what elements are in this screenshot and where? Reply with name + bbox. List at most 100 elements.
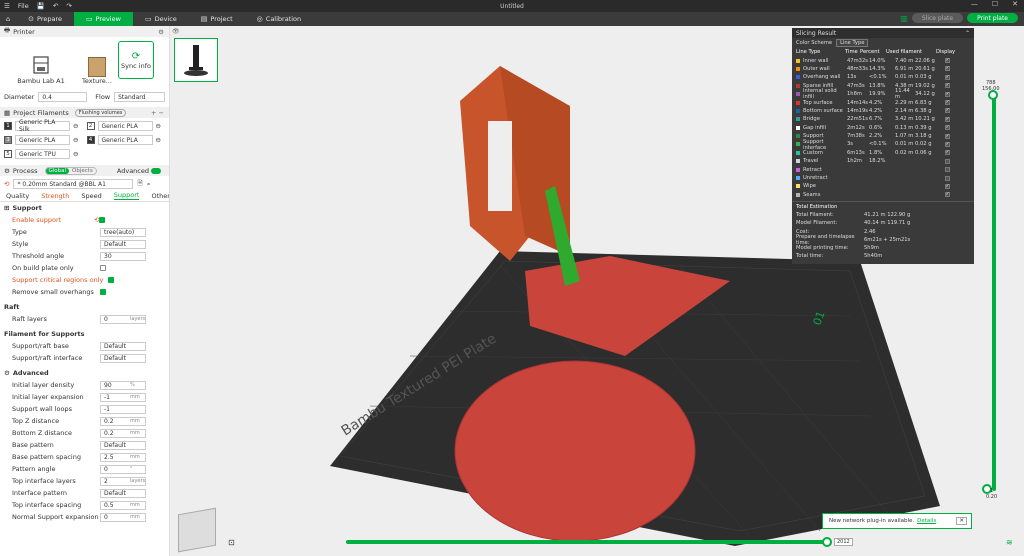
option-input[interactable]: -1 (100, 404, 146, 414)
vertical-layer-slider[interactable] (992, 96, 996, 491)
flow-select[interactable]: Standard (114, 92, 165, 102)
gear-icon[interactable]: ⚙ (158, 28, 164, 36)
horizontal-slider-handle[interactable] (822, 537, 832, 547)
layers-icon[interactable]: ≋ (1006, 538, 1013, 547)
tab-device[interactable]: ▭ Device (133, 12, 189, 26)
filament-item[interactable]: 3 Generic PLA ⊖ (4, 134, 83, 146)
collapse-icon[interactable]: ⌃ (965, 30, 970, 37)
details-link[interactable]: Details (917, 518, 936, 524)
display-checkbox[interactable]: ✓ (945, 83, 950, 89)
threshold-angle-input[interactable]: 30 (100, 251, 146, 261)
tab-preview[interactable]: ▭ Preview (74, 12, 133, 26)
option-label: Support/raft interface (12, 354, 83, 362)
raft-base-select[interactable]: Default (100, 341, 146, 351)
filament-item[interactable]: 5 Generic TPU ⊖ (4, 148, 83, 160)
display-checkbox[interactable]: ✓ (945, 91, 950, 97)
subtab-others[interactable]: Others (151, 192, 169, 200)
option-label: Pattern angle (12, 465, 56, 473)
display-checkbox[interactable] (945, 167, 950, 173)
display-checkbox[interactable] (945, 175, 950, 181)
search-icon[interactable]: ⌕ (147, 180, 151, 189)
filament-select[interactable]: Generic TPU (15, 149, 70, 159)
option-input[interactable]: Default (100, 440, 146, 450)
diameter-select[interactable]: 0.4 (38, 92, 88, 102)
plate-select[interactable]: Texture... (82, 41, 112, 85)
line-meters: 3.42 m (895, 116, 914, 123)
edit-icon[interactable]: ⊖ (156, 136, 161, 144)
tab-prepare[interactable]: ⊙ Prepare (16, 12, 74, 26)
enable-support-checkbox[interactable] (99, 217, 106, 223)
display-checkbox[interactable]: ✓ (945, 116, 950, 122)
style-select[interactable]: Default (100, 239, 146, 249)
raft-interface-select[interactable]: Default (100, 353, 146, 363)
line-grams: 34.12 g (915, 91, 935, 98)
option-input[interactable]: 0 (100, 464, 146, 474)
color-scheme-select[interactable]: Line Type (836, 39, 869, 47)
filament-select[interactable]: Generic PLA (97, 135, 153, 145)
plate-icon (88, 57, 106, 77)
close-icon[interactable]: ✕ (1012, 0, 1018, 8)
close-icon[interactable]: ✕ (956, 517, 967, 525)
display-checkbox[interactable]: ✓ (945, 125, 950, 131)
minimize-icon[interactable]: — (971, 0, 978, 8)
edit-icon[interactable]: ⊖ (73, 122, 78, 130)
subtab-quality[interactable]: Quality (6, 192, 29, 200)
build-plate-only-checkbox[interactable] (100, 265, 106, 271)
option-input[interactable]: Default (100, 488, 146, 498)
edit-icon[interactable]: ⊖ (73, 150, 78, 158)
display-checkbox[interactable] (945, 158, 950, 164)
filament-item[interactable]: 2 Generic PLA ⊖ (86, 120, 166, 132)
display-checkbox[interactable]: ✓ (945, 108, 950, 114)
horizontal-layer-slider[interactable] (346, 540, 828, 544)
support-settings: ⊞ Support Enable support ⟲ Type tree(auto) … (0, 202, 169, 523)
filament-select[interactable]: Generic PLA Silk (15, 119, 70, 133)
type-select[interactable]: tree(auto) (100, 227, 146, 237)
subtab-strength[interactable]: Strength (41, 192, 69, 200)
display-checkbox[interactable]: ✓ (945, 133, 950, 139)
global-toggle[interactable]: Global (45, 167, 70, 174)
plate-icon[interactable]: ▥ (900, 14, 908, 23)
advanced-toggle[interactable] (151, 167, 161, 174)
filament-select[interactable]: Generic PLA (15, 135, 70, 145)
objects-toggle[interactable]: Objects (69, 168, 96, 174)
group-raft: Raft (0, 301, 169, 313)
filament-select[interactable]: Generic PLA (97, 121, 153, 131)
critical-regions-checkbox[interactable] (108, 277, 114, 283)
add-filament-icon[interactable]: + − (151, 109, 164, 117)
group-title: Support (12, 204, 42, 212)
save-preset-icon[interactable]: 🗎 (137, 179, 142, 190)
small-overhangs-checkbox[interactable] (100, 289, 106, 295)
filament-number: 5 (4, 150, 12, 158)
slice-plate-button[interactable]: Slice plate (911, 13, 964, 23)
tab-calibration[interactable]: ◎ Calibration (245, 12, 313, 26)
edit-icon[interactable]: ⊖ (156, 122, 161, 130)
total-value: 5h40m (864, 253, 883, 260)
home-button[interactable]: ⌂ (0, 12, 16, 26)
display-checkbox[interactable]: ✓ (945, 150, 950, 156)
filament-item[interactable]: 4 Generic PLA ⊖ (86, 134, 166, 146)
process-preset-select[interactable]: * 0.20mm Standard @BBL A1 (13, 179, 134, 189)
edit-icon[interactable]: ⊖ (73, 136, 78, 144)
sync-info-button[interactable]: ⟳ Sync info (118, 41, 154, 79)
display-checkbox[interactable]: ✓ (945, 141, 950, 147)
display-checkbox[interactable]: ✓ (945, 192, 950, 198)
option-input[interactable]: 90 (100, 380, 146, 390)
display-checkbox[interactable]: ✓ (945, 58, 950, 64)
line-type-name: Outer wall (803, 65, 830, 72)
print-plate-button[interactable]: Print plate (967, 13, 1018, 23)
display-checkbox[interactable]: ✓ (945, 66, 950, 72)
view-cube[interactable] (178, 507, 216, 553)
subtab-support[interactable]: Support (113, 191, 140, 200)
display-checkbox[interactable]: ✓ (945, 74, 950, 80)
flow-label: Flow (95, 93, 111, 101)
printer-select[interactable]: Bambu Lab A1 (6, 41, 76, 85)
zoom-fit-icon[interactable]: ⊡ (228, 538, 235, 547)
subtab-speed[interactable]: Speed (81, 192, 101, 200)
flushing-volumes-button[interactable]: Flushing volumes (74, 108, 127, 117)
tab-project[interactable]: ▤ Project (189, 12, 245, 26)
filament-item[interactable]: 1 Generic PLA Silk ⊖ (4, 119, 83, 133)
reset-icon[interactable]: ⟲ (4, 180, 9, 188)
maximize-icon[interactable]: ☐ (992, 0, 998, 8)
display-checkbox[interactable]: ✓ (945, 183, 950, 189)
display-checkbox[interactable]: ✓ (945, 100, 950, 106)
